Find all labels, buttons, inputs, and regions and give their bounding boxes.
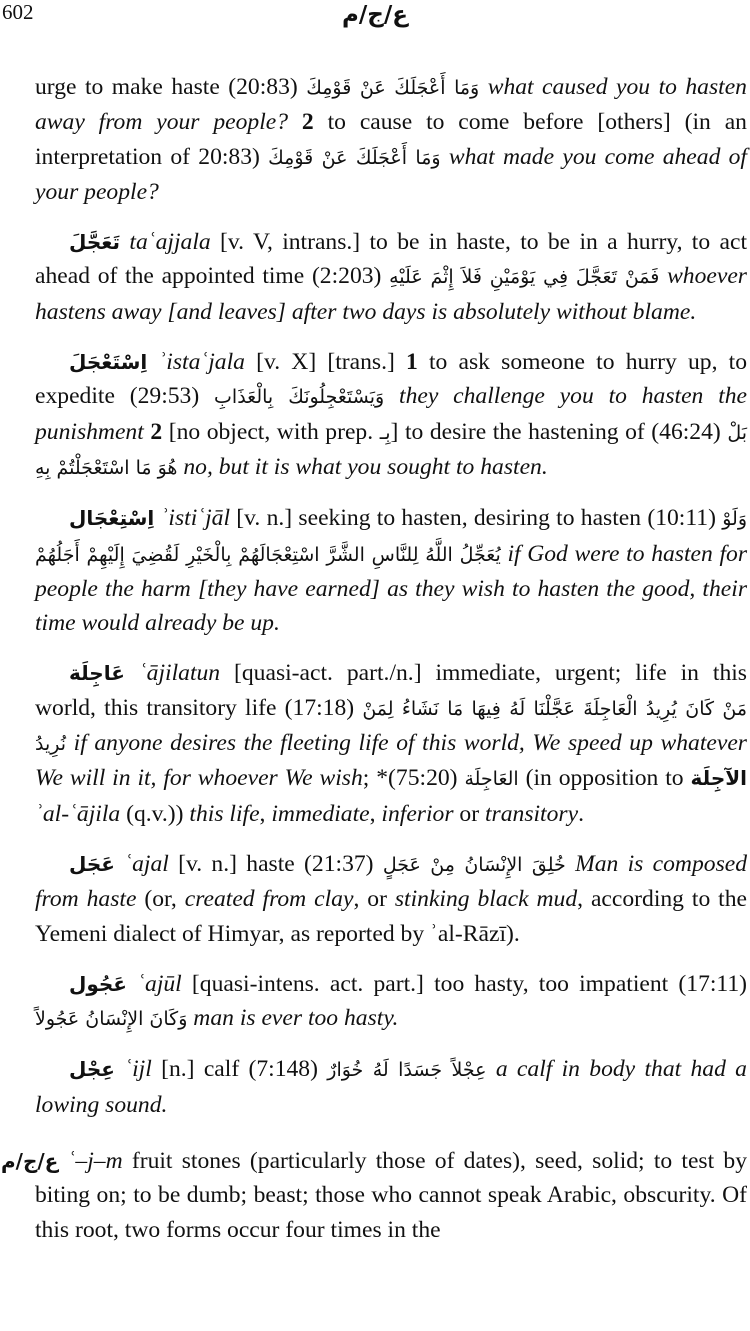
arabic-headword: عَجُول <box>69 971 127 996</box>
transliteration: ʿājilatun <box>138 660 221 687</box>
entry-text: [quasi-intens. act. part.] too hasty, to… <box>181 970 748 997</box>
entry-text <box>125 660 139 686</box>
entry-text <box>288 109 302 135</box>
arabic-headword: عِجْل <box>69 1057 115 1082</box>
entry-ajilatun: عَاجِلَة ʿājilatun [quasi-act. part./n.]… <box>35 656 747 830</box>
arabic-quote: العَاجِلَة <box>464 768 519 791</box>
entry-text: ] to desire the hastening of (46:24) <box>390 418 728 445</box>
transliteration: taʿajjala <box>129 229 211 256</box>
entry-text <box>566 851 575 877</box>
entry-text <box>384 383 399 409</box>
entry-text: . <box>578 800 584 827</box>
entry-text <box>659 263 667 289</box>
english-gloss: stinking black mud <box>394 886 578 913</box>
english-gloss: inferior <box>381 800 454 827</box>
entry-text <box>479 74 487 100</box>
entry-text: or <box>453 800 485 827</box>
entry-text: [no object, with prep. <box>162 418 380 445</box>
entry-text: ; *(75:20) <box>362 765 465 792</box>
arabic-quote: فَمَنْ تَعَجَّلَ فِي يَوْمَيْنِ فَلاَ إِ… <box>389 266 660 289</box>
transliteration: ʿajūl <box>137 970 182 997</box>
entry-istijal: اِسْتِعْجَال ʾistiʿjāl [v. n.] seeking t… <box>35 501 747 640</box>
english-gloss: man is ever too hasty. <box>193 1005 399 1032</box>
entry-text: [v. X] [trans.] <box>244 349 407 376</box>
entry-text <box>58 1148 67 1174</box>
transliteration: ʾistaʿjala <box>158 349 245 376</box>
arabic-headword: اِسْتَعْجَلَ <box>69 350 148 375</box>
entry-text: , or <box>353 886 395 913</box>
entry-text: , <box>369 800 382 827</box>
entry-ajal: عَجَل ʿajal [v. n.] haste (21:37) خُلِقَ… <box>35 847 747 951</box>
entry-text: (in opposition to <box>518 765 691 792</box>
arabic-headword: عَجَل <box>69 851 115 876</box>
entry-ajul: عَجُول ʿajūl [quasi-intens. act. part.] … <box>35 967 747 1037</box>
entry-ijl: عِجْل ʿijl [n.] calf (7:148) عِجْلاً جَس… <box>35 1052 747 1122</box>
entry-text <box>487 1056 496 1082</box>
english-gloss: transitory <box>484 800 579 827</box>
transliteration: ʿ–j–m <box>67 1148 123 1175</box>
arabic-headword: اِسْتِعْجَال <box>69 506 155 531</box>
entry-text: , <box>259 800 272 827</box>
entry-continuation: urge to make haste (20:83) وَمَا أَعْجَل… <box>35 70 747 209</box>
sense-number: 2 <box>301 109 314 136</box>
entry-istajala: اِسْتَعْجَلَ ʾistaʿjala [v. X] [trans.] … <box>35 345 747 485</box>
entry-text <box>441 144 449 170</box>
sense-number: 1 <box>406 349 418 376</box>
english-gloss: no, but it is what you sought to hasten. <box>183 453 548 480</box>
running-head: ع/ج/م <box>342 2 408 28</box>
entry-text <box>127 971 137 997</box>
entry-text <box>147 349 158 375</box>
root-entry-ajm: ع/ج/م ʿ–j–m fruit stones (particularly t… <box>1 1144 747 1247</box>
entry-text: [n.] calf (7:148) <box>151 1056 328 1083</box>
entry-text <box>115 851 124 877</box>
arabic-headword: الآجِلَة <box>690 766 747 791</box>
entry-text: [v. n.] haste (21:37) <box>168 850 383 877</box>
entry-text: (q.v.)) <box>120 800 190 827</box>
transliteration: ʿijl <box>124 1056 152 1083</box>
arabic-headword: ع/ج/م <box>1 1149 59 1174</box>
transliteration: ʾal-ʿājila <box>35 800 121 827</box>
arabic-headword: عَاجِلَة <box>69 661 125 686</box>
arabic-quote: خُلِقَ الإِنْسَانُ مِنْ عَجَلٍ <box>382 853 566 876</box>
arabic-quote: وَمَا أَعْجَلَكَ عَنْ قَوْمِكَ <box>268 146 441 169</box>
arabic-quote: وَيَسْتَعْجِلُونَكَ بِالْعَذَابِ <box>214 386 385 409</box>
entry-text: urge to make haste (20:83) <box>35 74 307 100</box>
entry-text: fruit stones (particularly those of date… <box>35 1148 747 1243</box>
transliteration: ʾistiʿjāl <box>160 505 231 532</box>
arabic-quote: وَكَانَ الإِنْسَانُ عَجُولاً <box>35 1008 188 1031</box>
arabic-headword: تَعَجَّلَ <box>69 230 121 255</box>
arabic-quote: وَمَا أَعْجَلَكَ عَنْ قَوْمِكَ <box>306 77 480 99</box>
english-gloss: immediate <box>271 800 370 827</box>
english-gloss: created from clay <box>184 886 354 913</box>
arabic-quote: بِـ <box>379 421 391 444</box>
entry-text <box>66 730 74 756</box>
sense-number: 2 <box>150 418 163 445</box>
dictionary-entries: urge to make haste (20:83) وَمَا أَعْجَل… <box>0 70 750 1263</box>
transliteration: ʿajal <box>124 850 169 877</box>
arabic-quote: عِجْلاً جَسَدًا لَهُ خُوَارٌ <box>327 1059 487 1082</box>
english-gloss: this life <box>189 800 260 827</box>
entry-text: [v. n.] seeking to hasten, desiring to h… <box>230 505 723 532</box>
entry-text <box>115 1056 124 1082</box>
entry-taajjala: تَعَجَّلَ taʿajjala [v. V, intrans.] to … <box>35 225 747 329</box>
entry-text: (or, <box>136 886 185 913</box>
